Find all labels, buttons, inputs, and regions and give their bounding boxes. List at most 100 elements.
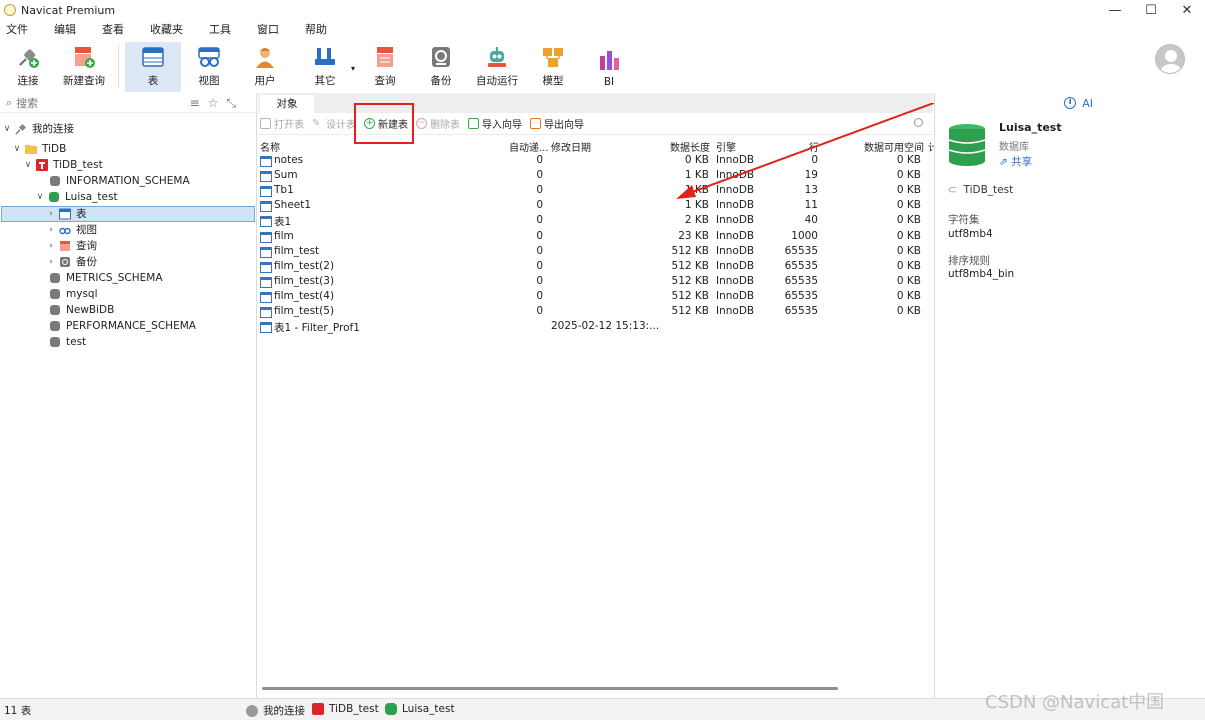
filter-icon[interactable]: ≡ — [190, 96, 200, 111]
tree-tidb-group[interactable]: ∨ TiDB — [12, 141, 67, 157]
tree-connection-tidb-test[interactable]: ∨ TiDB_test — [23, 157, 103, 173]
model-button[interactable]: 模型 — [525, 42, 581, 92]
table-button[interactable]: 表 — [125, 42, 181, 92]
star-icon[interactable]: ☆ — [208, 96, 219, 111]
breadcrumb-label: 我的连接 — [263, 705, 305, 717]
open-table-button[interactable]: 打开表 — [260, 116, 304, 131]
table-row[interactable]: film_test(5) 0 512 KB InnoDB 65535 0 KB — [258, 305, 933, 320]
tree-my-connections[interactable]: ∨ 我的连接 — [2, 121, 74, 137]
open-table-icon — [260, 118, 271, 129]
automation-button[interactable]: 自动运行 — [469, 42, 525, 92]
view-button[interactable]: 视图 — [181, 42, 237, 92]
table-icon — [142, 47, 164, 67]
tree-db-metrics-schema[interactable]: METRICS_SCHEMA — [36, 270, 163, 286]
breadcrumb-database[interactable]: Luisa_test — [385, 703, 455, 715]
chevron-down-icon[interactable]: ∨ — [35, 189, 45, 205]
design-table-button[interactable]: ✎ 设计表 — [312, 116, 356, 131]
export-wizard-button[interactable]: 导出向导 — [530, 116, 584, 131]
menu-tools[interactable]: 工具 — [203, 21, 239, 39]
query-button[interactable]: 查询 — [357, 42, 413, 92]
minimize-button[interactable]: — — [1097, 0, 1133, 20]
user-button[interactable]: 用户 — [237, 42, 293, 92]
tree-db-information-schema[interactable]: INFORMATION_SCHEMA — [36, 173, 190, 189]
query-label: 查询 — [374, 75, 396, 87]
tree-db-test[interactable]: test — [36, 334, 86, 350]
table-icon — [260, 261, 272, 273]
info-connection: ⊂ TiDB_test — [948, 184, 1013, 196]
tree-label: TiDB — [42, 143, 67, 155]
delete-table-button[interactable]: − 删除表 — [416, 116, 460, 131]
horizontal-scrollbar[interactable] — [262, 687, 838, 690]
backup-label: 备份 — [430, 75, 452, 87]
cell-rows: 1000 — [791, 229, 818, 242]
selected-row-highlight — [1, 206, 255, 222]
chevron-down-icon[interactable]: ∨ — [12, 141, 22, 157]
cell-auto-inc: 0 — [536, 154, 543, 166]
menu-edit[interactable]: 编辑 — [48, 21, 84, 39]
cell-data-free: 0 KB — [896, 244, 921, 257]
tree-db-performance-schema[interactable]: PERFORMANCE_SCHEMA — [36, 318, 196, 334]
table-icon — [260, 246, 272, 258]
tree-node-backups[interactable]: › 备份 — [46, 254, 97, 270]
tree-db-luisa-test[interactable]: ∨ Luisa_test — [35, 189, 118, 205]
table-row[interactable]: film_test(2) 0 512 KB InnoDB 65535 0 KB — [258, 260, 933, 275]
chevron-right-icon[interactable]: › — [46, 254, 56, 270]
info-db-name: Luisa_test — [999, 121, 1062, 134]
new-query-label: 新建查询 — [63, 75, 105, 87]
breadcrumb-connection[interactable]: TiDB_test — [312, 703, 379, 715]
menu-help[interactable]: 帮助 — [299, 21, 335, 39]
info-db-type: 数据库 — [999, 142, 1029, 153]
connect-button[interactable]: 连接 — [0, 42, 56, 92]
tree-db-newbidb[interactable]: NewBiDB — [36, 302, 114, 318]
menu-view[interactable]: 查看 — [96, 21, 132, 39]
table-row[interactable]: film 0 23 KB InnoDB 1000 0 KB — [258, 230, 933, 245]
dropdown-caret-icon[interactable]: ▾ — [351, 64, 355, 73]
tree-node-tables[interactable]: › 表 — [46, 206, 86, 222]
menu-window[interactable]: 窗口 — [251, 21, 287, 39]
share-icon: ⇗ — [999, 156, 1008, 168]
table-row[interactable]: film_test(4) 0 512 KB InnoDB 65535 0 KB — [258, 290, 933, 305]
bi-button[interactable]: BI — [581, 42, 637, 92]
other-button[interactable]: 其它 ▾ — [293, 42, 357, 92]
import-wizard-button[interactable]: 导入向导 — [468, 116, 522, 131]
cell-name: film_test — [274, 244, 320, 257]
tree-node-queries[interactable]: › 查询 — [46, 238, 97, 254]
close-button[interactable]: ✕ — [1169, 0, 1205, 20]
chevron-right-icon[interactable]: › — [46, 238, 56, 254]
chevron-right-icon[interactable]: › — [46, 222, 56, 238]
tree-label: test — [66, 336, 87, 348]
cell-name: film_test(4) — [274, 289, 335, 302]
object-pane: 对象 打开表 ✎ 设计表 + 新建表 − 删除表 导入向导 导出向导 名称 自动… — [258, 93, 938, 698]
tree-node-views[interactable]: › 视图 — [46, 222, 97, 238]
menu-favorites[interactable]: 收藏夹 — [144, 21, 191, 39]
chevron-right-icon[interactable]: › — [46, 206, 56, 222]
tree-label: 视图 — [76, 224, 97, 236]
chevron-down-icon[interactable]: ∨ — [23, 157, 33, 173]
col-auto-increment[interactable]: 自动递... — [509, 139, 549, 154]
chevron-down-icon[interactable]: ∨ — [2, 121, 12, 137]
user-avatar[interactable] — [1155, 44, 1185, 74]
cell-data-free: 0 KB — [896, 229, 921, 242]
info-icon[interactable]: i — [1064, 97, 1077, 109]
share-link[interactable]: ⇗ 共享 — [999, 154, 1032, 169]
new-query-button[interactable]: 新建查询 — [56, 42, 112, 92]
breadcrumb-connections[interactable]: 我的连接 — [246, 703, 305, 718]
backup-button[interactable]: 备份 — [413, 42, 469, 92]
cell-data-length: 512 KB — [671, 289, 709, 302]
table-row[interactable]: 表1 0 2 KB InnoDB 40 0 KB — [258, 214, 933, 229]
col-name[interactable]: 名称 — [260, 139, 280, 154]
table-row[interactable]: film_test(3) 0 512 KB InnoDB 65535 0 KB — [258, 275, 933, 290]
maximize-button[interactable]: ☐ — [1133, 0, 1169, 20]
status-count: 11 表 — [4, 705, 32, 717]
tab-objects[interactable]: 对象 — [260, 95, 314, 113]
ai-button[interactable]: AI — [1082, 97, 1093, 110]
table-row[interactable]: film_test 0 512 KB InnoDB 65535 0 KB — [258, 245, 933, 260]
table-row[interactable]: 表1 - Filter_Prof1 2025-02-12 15:13:... — [258, 320, 933, 335]
tree-db-mysql[interactable]: mysql — [36, 286, 98, 302]
table-label: 表 — [147, 75, 159, 87]
menu-file[interactable]: 文件 — [0, 21, 36, 39]
table-icon — [260, 216, 272, 228]
cell-auto-inc: 0 — [536, 199, 543, 212]
col-modified[interactable]: 修改日期 — [551, 139, 591, 154]
collapse-icon[interactable]: ⤡ — [226, 96, 236, 111]
